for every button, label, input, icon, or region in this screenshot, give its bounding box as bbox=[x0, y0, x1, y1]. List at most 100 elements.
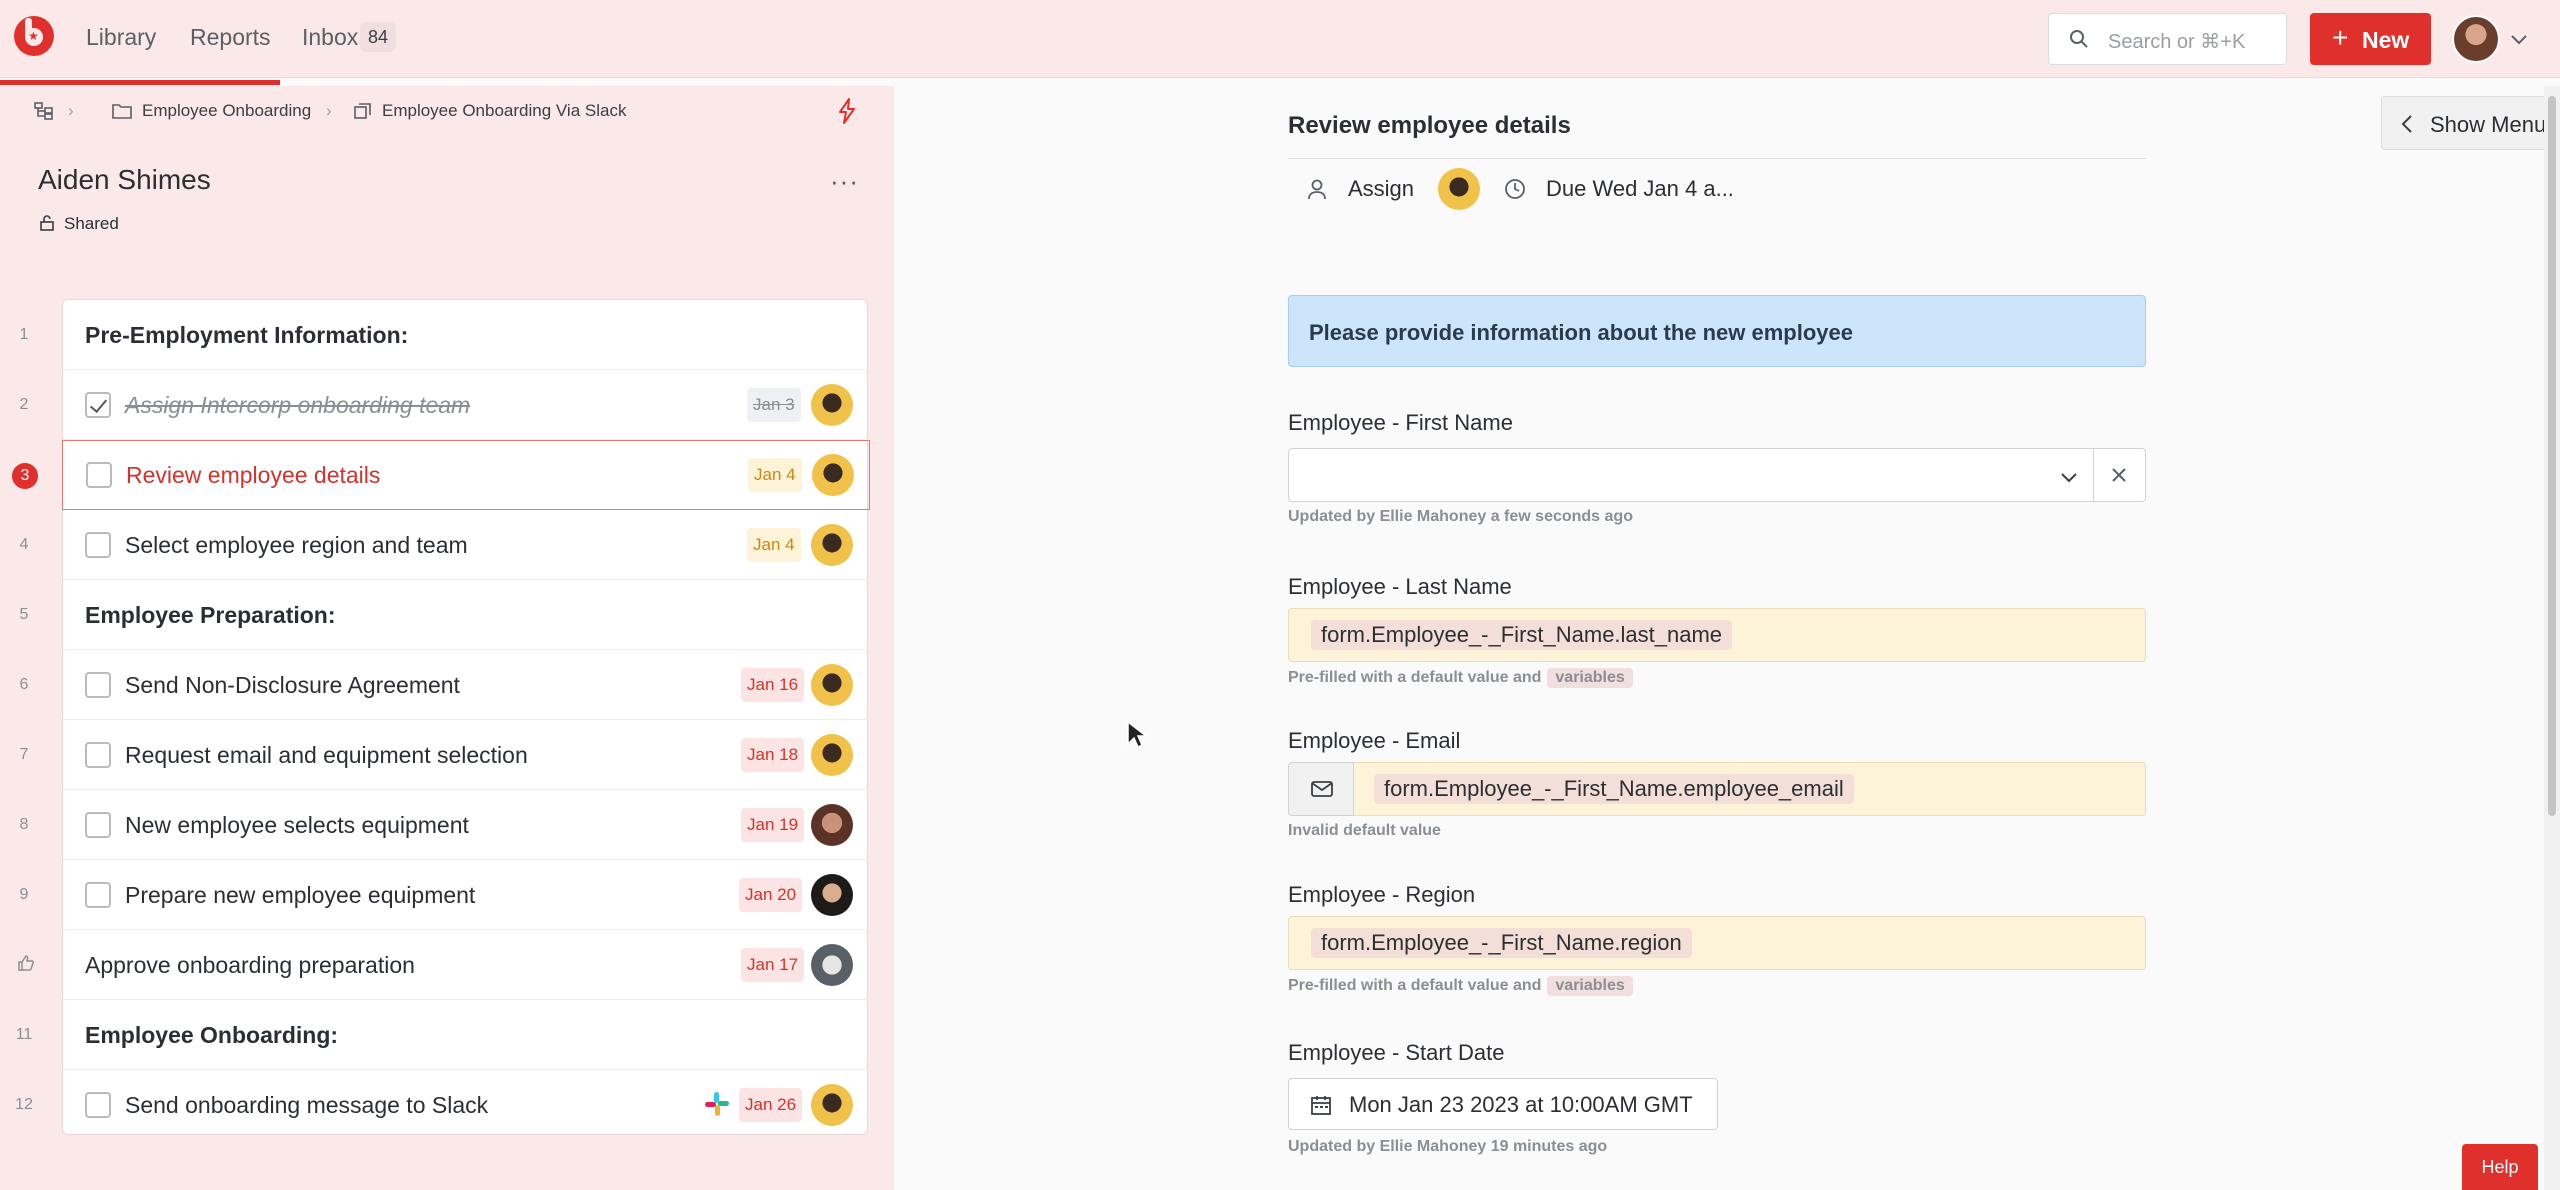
close-icon bbox=[2112, 468, 2126, 482]
due-date-badge[interactable]: Jan 4 bbox=[748, 458, 802, 492]
due-date-badge[interactable]: Jan 20 bbox=[739, 878, 803, 912]
task-title: Send onboarding message to Slack bbox=[125, 1092, 489, 1118]
assignee-avatar[interactable] bbox=[811, 804, 853, 846]
task-title: Review employee details bbox=[126, 462, 381, 488]
task-row[interactable]: 5 Employee Preparation: bbox=[20, 580, 869, 650]
task-row[interactable]: 4 Select employee region and team Jan 4 bbox=[20, 510, 869, 580]
user-icon[interactable] bbox=[1306, 178, 1328, 200]
task-row[interactable]: 9 Prepare new employee equipment Jan 20 bbox=[20, 860, 869, 930]
due-date-badge[interactable]: Jan 3 bbox=[747, 388, 801, 422]
field-note-first-name: Updated by Ellie Mahoney a few seconds a… bbox=[1288, 508, 1633, 525]
task-checkbox[interactable] bbox=[85, 392, 111, 418]
automation-bolt-icon[interactable] bbox=[836, 98, 858, 124]
last-name-field[interactable]: form.Employee_-_First_Name.last_name bbox=[1288, 608, 2146, 662]
breadcrumb-folder[interactable]: Employee Onboarding bbox=[142, 101, 311, 121]
scrollbar[interactable] bbox=[2544, 86, 2560, 1190]
chevron-down-icon[interactable] bbox=[2508, 28, 2530, 50]
show-menu-button[interactable]: Show Menu bbox=[2381, 96, 2560, 150]
user-avatar[interactable] bbox=[2452, 15, 2500, 63]
start-date-picker[interactable]: Mon Jan 23 2023 at 10:00AM GMT bbox=[1288, 1078, 1718, 1130]
assignee-avatar[interactable] bbox=[811, 384, 853, 426]
task-row[interactable]: 2 Assign Intercorp onboarding team Jan 3 bbox=[20, 370, 869, 440]
variables-chip[interactable]: variables bbox=[1547, 976, 1633, 996]
inbox-count-badge: 84 bbox=[360, 22, 397, 52]
task-checkbox[interactable] bbox=[86, 462, 112, 488]
chevron-right-icon: › bbox=[68, 101, 74, 120]
search-placeholder: Search or ⌘+K bbox=[2108, 31, 2246, 53]
assignee-avatar[interactable] bbox=[811, 734, 853, 776]
task-title: New employee selects equipment bbox=[125, 812, 469, 838]
calendar-icon bbox=[1311, 1096, 1331, 1115]
assignee-avatar[interactable] bbox=[811, 524, 853, 566]
assignee-avatar[interactable] bbox=[811, 1084, 853, 1126]
task-row[interactable]: 7 Request email and equipment selection … bbox=[20, 720, 869, 790]
task-row[interactable]: 11 Employee Onboarding: bbox=[16, 1000, 869, 1070]
task-detail-title[interactable]: Review employee details bbox=[1288, 112, 1571, 140]
task-checkbox[interactable] bbox=[85, 672, 111, 698]
assignee-avatar[interactable] bbox=[811, 874, 853, 916]
chevron-left-icon bbox=[2401, 115, 2412, 133]
chevron-right-icon: › bbox=[326, 101, 332, 120]
due-date-badge[interactable]: Jan 26 bbox=[739, 1088, 803, 1122]
assignee-avatar[interactable] bbox=[811, 664, 853, 706]
email-input[interactable]: form.Employee_-_First_Name.employee_emai… bbox=[1354, 762, 2146, 816]
email-field[interactable]: form.Employee_-_First_Name.employee_emai… bbox=[1288, 762, 2146, 816]
due-date-badge[interactable]: Jan 16 bbox=[741, 668, 805, 702]
breadcrumb-workflow[interactable]: Employee Onboarding Via Slack bbox=[382, 101, 626, 121]
new-button[interactable]: + New bbox=[2310, 13, 2431, 65]
nav-reports[interactable]: Reports bbox=[190, 24, 271, 51]
task-checkbox[interactable] bbox=[85, 1092, 111, 1118]
task-number: 8 bbox=[19, 816, 29, 833]
lock-icon bbox=[40, 215, 54, 231]
slack-icon bbox=[705, 1092, 729, 1116]
hierarchy-icon[interactable] bbox=[34, 102, 54, 120]
task-checkbox[interactable] bbox=[85, 532, 111, 558]
task-detail-panel: Review employee details Assign Due Wed J… bbox=[894, 86, 2560, 1190]
field-note-last-name: Pre-filled with a default value and varia… bbox=[1288, 668, 1633, 688]
first-name-select[interactable] bbox=[1288, 448, 2094, 502]
due-date-badge[interactable]: Jan 4 bbox=[747, 528, 801, 562]
task-checkbox[interactable] bbox=[85, 812, 111, 838]
task-row[interactable]: 12 Send onboarding message to Slack Jan … bbox=[15, 1070, 869, 1140]
field-label-last-name: Employee - Last Name bbox=[1288, 574, 1512, 599]
help-button[interactable]: Help bbox=[2462, 1144, 2538, 1190]
clear-button[interactable] bbox=[2094, 448, 2146, 502]
visibility-label: Shared bbox=[64, 214, 119, 233]
variables-chip[interactable]: variables bbox=[1547, 668, 1633, 688]
region-field[interactable]: form.Employee_-_First_Name.region bbox=[1288, 916, 2146, 970]
variable-token: form.Employee_-_First_Name.last_name bbox=[1311, 620, 1733, 650]
plus-icon: + bbox=[2332, 22, 2349, 53]
task-row[interactable]: Approve onboarding preparation Jan 17 bbox=[18, 930, 869, 1000]
run-title[interactable]: Aiden Shimes bbox=[38, 164, 211, 196]
section-heading: Employee Onboarding: bbox=[85, 1022, 339, 1048]
task-title: Assign Intercorp onboarding team bbox=[125, 392, 471, 418]
assign-button[interactable]: Assign bbox=[1348, 176, 1414, 202]
scrollbar-thumb[interactable] bbox=[2548, 96, 2556, 816]
top-bar: ★ Library Reports Inbox 84 Search or ⌘+K… bbox=[0, 0, 2560, 78]
assignee-avatar[interactable] bbox=[1438, 168, 1480, 210]
info-banner: Please provide information about the new… bbox=[1288, 295, 2146, 367]
assignee-avatar[interactable] bbox=[811, 944, 853, 986]
variable-token: form.Employee_-_First_Name.region bbox=[1311, 928, 1692, 958]
task-title: Approve onboarding preparation bbox=[85, 952, 415, 978]
task-row[interactable]: 1 Pre-Employment Information: bbox=[20, 300, 869, 370]
search-input[interactable]: Search or ⌘+K bbox=[2048, 13, 2287, 65]
due-date-badge[interactable]: Jan 17 bbox=[741, 948, 805, 982]
due-date-badge[interactable]: Jan 19 bbox=[741, 808, 805, 842]
task-title: Send Non-Disclosure Agreement bbox=[125, 672, 460, 698]
nav-library[interactable]: Library bbox=[86, 24, 156, 51]
due-date-button[interactable]: Due Wed Jan 4 a... bbox=[1546, 176, 1734, 202]
app-logo[interactable]: ★ bbox=[14, 16, 54, 56]
more-options-button[interactable]: ··· bbox=[830, 166, 859, 197]
task-row-active[interactable]: 3 Review employee details Jan 4 bbox=[12, 440, 870, 510]
assignee-avatar[interactable] bbox=[812, 454, 854, 496]
clock-icon[interactable] bbox=[1504, 178, 1526, 200]
due-date-badge[interactable]: Jan 18 bbox=[741, 738, 805, 772]
task-checkbox[interactable] bbox=[85, 882, 111, 908]
task-row[interactable]: 8 New employee selects equipment Jan 19 bbox=[20, 790, 869, 860]
task-checkbox[interactable] bbox=[85, 742, 111, 768]
task-row[interactable]: 6 Send Non-Disclosure Agreement Jan 16 bbox=[20, 650, 869, 720]
field-note-start-date: Updated by Ellie Mahoney 19 minutes ago bbox=[1288, 1138, 1608, 1155]
task-title: Request email and equipment selection bbox=[125, 742, 528, 768]
nav-inbox[interactable]: Inbox bbox=[302, 24, 358, 51]
